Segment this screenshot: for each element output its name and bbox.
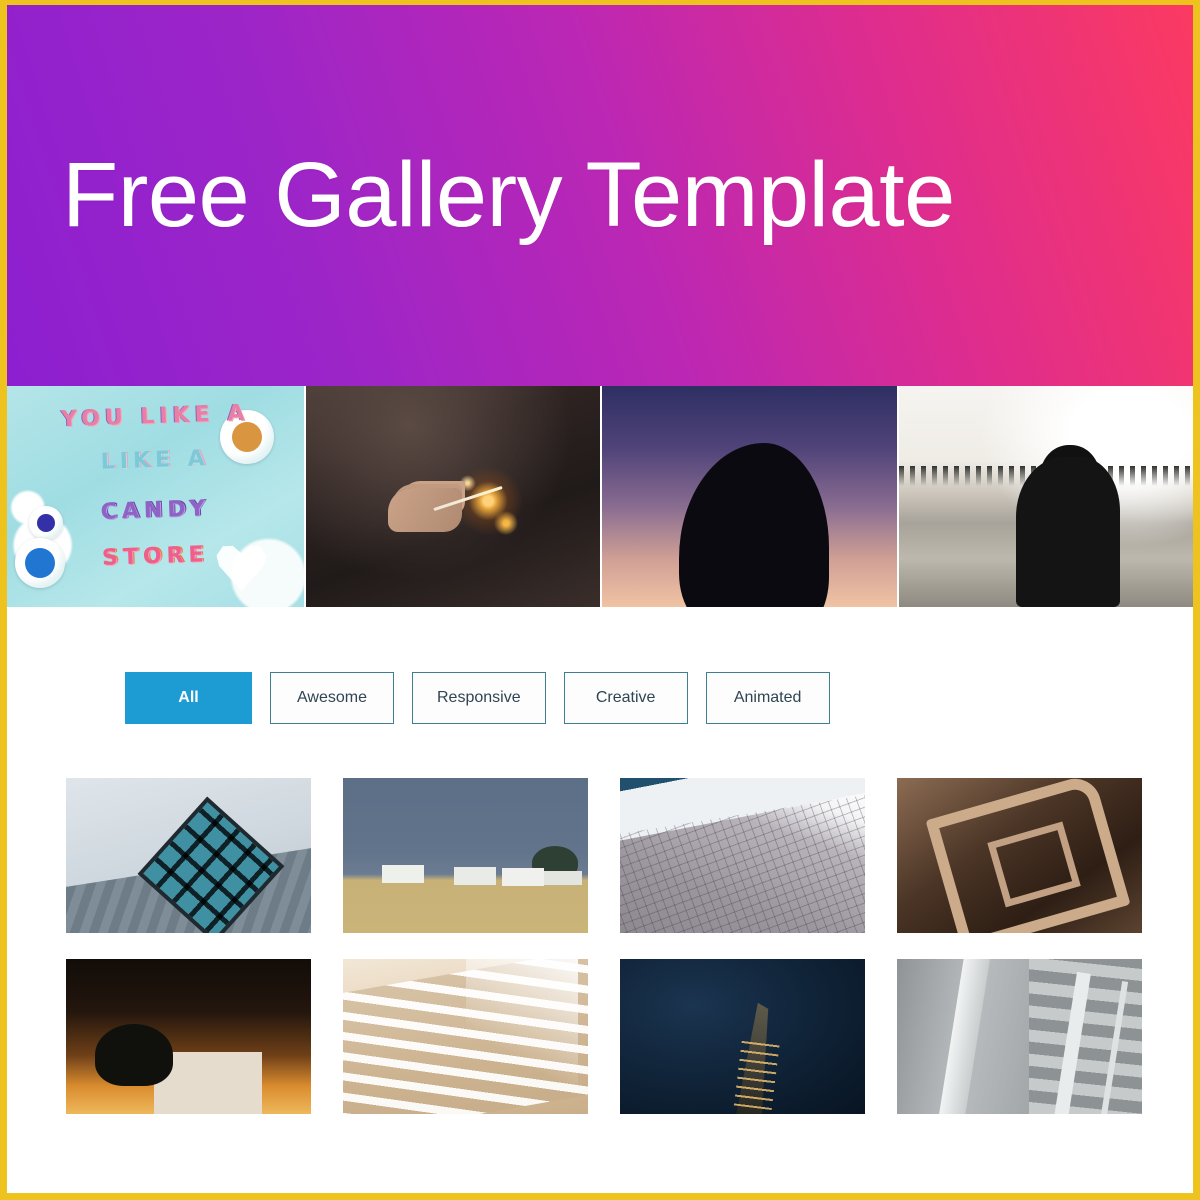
skylight-photo: [66, 778, 311, 933]
hero-image-silhouette[interactable]: [600, 386, 897, 607]
hero-image-sparkler[interactable]: [303, 386, 600, 607]
hero-image-strip: YOU LIKE A LIKE A CANDY STORE: [7, 386, 1193, 607]
thumb-farmhouse[interactable]: [343, 778, 588, 933]
thumb-skylight[interactable]: [66, 778, 311, 933]
page-root: Free Gallery Template YOU LIKE A LIKE A …: [0, 0, 1200, 1200]
lake-man-photo: [898, 386, 1193, 607]
stairwell-photo: [897, 778, 1142, 933]
silhouette-photo: [602, 386, 897, 607]
hero-banner: Free Gallery Template: [7, 5, 1193, 386]
thumb-tower[interactable]: [620, 959, 865, 1114]
thumb-ramp[interactable]: [343, 959, 588, 1114]
gallery-grid: [7, 724, 1193, 1114]
stairs-photo: [897, 959, 1142, 1114]
filter-bar: All Awesome Responsive Creative Animated: [7, 607, 1193, 724]
candy-word-line3: CANDY: [100, 496, 211, 525]
filter-animated[interactable]: Animated: [705, 672, 830, 724]
thumb-stairs[interactable]: [897, 959, 1142, 1114]
filter-responsive[interactable]: Responsive: [412, 672, 546, 724]
filter-awesome[interactable]: Awesome: [270, 672, 394, 724]
candy-store-photo: YOU LIKE A LIKE A CANDY STORE: [7, 386, 304, 607]
church-photo: [66, 959, 311, 1114]
farmhouse-photo: [343, 778, 588, 933]
sparkler-photo: [305, 386, 600, 607]
tower-photo: [620, 959, 865, 1114]
hero-image-candy-store[interactable]: YOU LIKE A LIKE A CANDY STORE: [7, 386, 304, 607]
candy-word-line2: LIKE A: [100, 446, 211, 475]
page-title: Free Gallery Template: [62, 143, 955, 246]
thumb-curve[interactable]: [620, 778, 865, 933]
hero-image-lake-man[interactable]: [896, 386, 1193, 607]
thumb-stairwell[interactable]: [897, 778, 1142, 933]
filter-creative[interactable]: Creative: [563, 672, 688, 724]
thumb-church[interactable]: [66, 959, 311, 1114]
gallery-section: All Awesome Responsive Creative Animated…: [7, 607, 1193, 1193]
curve-photo: [620, 778, 865, 933]
ramp-photo: [343, 959, 588, 1114]
lake-man-head: [1039, 445, 1100, 511]
filter-all[interactable]: All: [125, 672, 252, 724]
